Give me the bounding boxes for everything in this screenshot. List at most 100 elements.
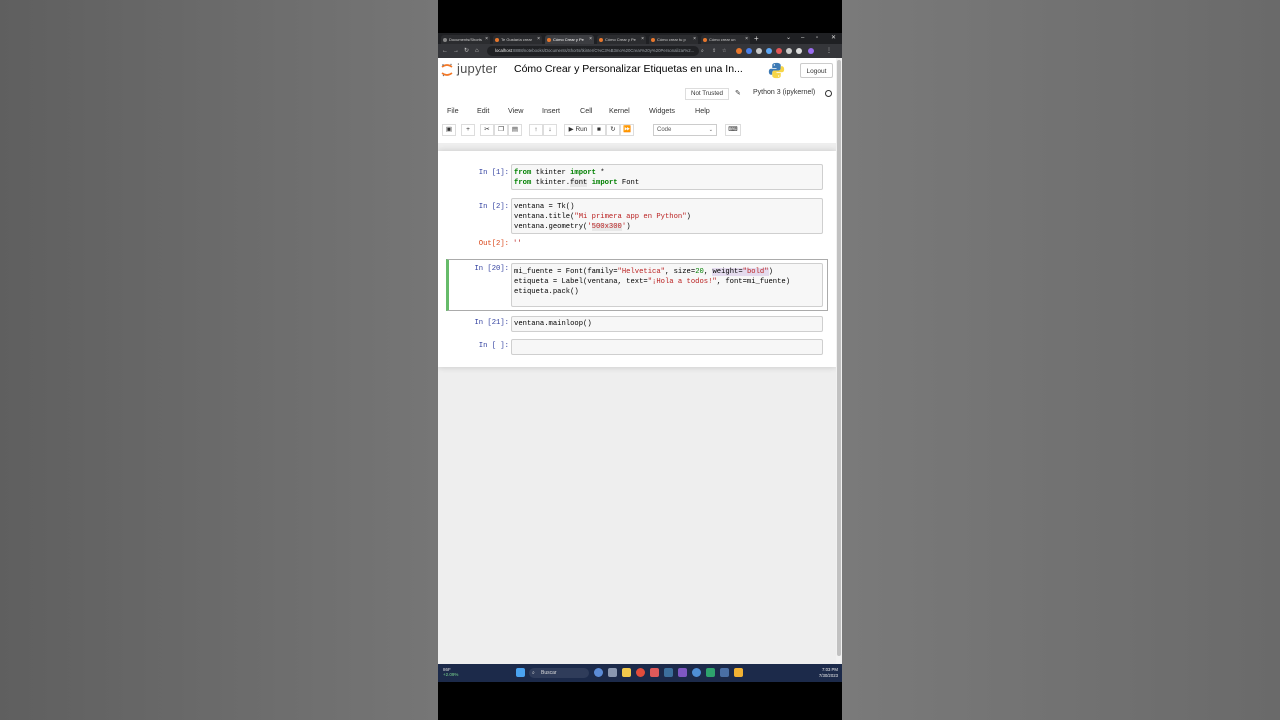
code-input[interactable]: from tkinter import * from tkinter.font … xyxy=(511,164,823,190)
os-taskbar: 86F +2.09% ⌕ Buscar 7:03 PM 7/30/2023 xyxy=(438,664,842,682)
string-token: "¡Hola a todos!" xyxy=(647,278,717,286)
share-icon[interactable]: ⇪ xyxy=(712,46,716,56)
not-trusted-button[interactable]: Not Trusted xyxy=(685,88,729,100)
jupyter-logo-icon xyxy=(441,63,453,77)
move-up-icon[interactable]: ↑ xyxy=(529,124,543,136)
code-cell-selected[interactable]: In [20]: mi_fuente = Font(family="Helvet… xyxy=(446,259,828,311)
menu-view[interactable]: View xyxy=(508,104,523,118)
taskbar-search[interactable]: ⌕ Buscar xyxy=(529,668,589,678)
close-icon[interactable]: × xyxy=(693,35,696,44)
app-icon[interactable] xyxy=(734,668,743,677)
maximize-icon[interactable]: ▫ xyxy=(816,33,818,44)
string-token: '500x300' xyxy=(587,223,627,231)
output-prompt: Out[2]: xyxy=(478,240,509,248)
extension-icon[interactable] xyxy=(736,48,742,54)
browser-tab[interactable]: Cómo crear un × xyxy=(701,35,750,44)
task-view-icon[interactable] xyxy=(608,668,617,677)
app-icon[interactable] xyxy=(706,668,715,677)
new-tab-button[interactable]: + xyxy=(754,33,759,44)
tab-favicon-icon xyxy=(547,37,551,42)
paste-icon[interactable]: ▤ xyxy=(508,124,522,136)
tab-label: Cómo Crear y Pe xyxy=(553,37,584,42)
close-icon[interactable]: × xyxy=(745,35,748,44)
tab-label: Documents/Shorts xyxy=(449,37,482,42)
menu-file[interactable]: File xyxy=(447,104,459,118)
kebab-menu-icon[interactable]: ⋮ xyxy=(826,46,832,56)
fast-forward-icon[interactable]: ⏩ xyxy=(620,124,634,136)
logout-button[interactable]: Logout xyxy=(800,63,833,78)
close-icon[interactable]: × xyxy=(641,35,644,44)
zoom-icon[interactable]: ⌕ xyxy=(701,46,704,56)
url-input[interactable]: localhost:8888/notebooks/Documents/Short… xyxy=(487,46,699,56)
jupyter-logo-text[interactable]: jupyter xyxy=(457,61,497,76)
weather-widget[interactable]: 86F +2.09% xyxy=(443,667,458,677)
code-editor-icon[interactable] xyxy=(664,668,673,677)
chrome-icon[interactable] xyxy=(636,668,645,677)
move-down-icon[interactable]: ↓ xyxy=(543,124,557,136)
start-icon[interactable] xyxy=(516,668,525,677)
edit-pencil-icon[interactable]: ✎ xyxy=(735,89,741,97)
close-icon[interactable]: × xyxy=(537,35,540,44)
app-icon[interactable] xyxy=(720,668,729,677)
cut-icon[interactable]: ✂ xyxy=(480,124,494,136)
app-icon[interactable] xyxy=(678,668,687,677)
browser-tab[interactable]: Te Gustaría crear × xyxy=(493,35,542,44)
close-icon[interactable]: × xyxy=(485,35,488,44)
sidepanel-icon[interactable] xyxy=(796,48,802,54)
stop-icon[interactable]: ■ xyxy=(592,124,606,136)
restart-icon[interactable]: ↻ xyxy=(606,124,620,136)
browser-icon[interactable] xyxy=(692,668,701,677)
page-scrollbar[interactable] xyxy=(836,58,842,664)
kernel-name[interactable]: Python 3 (ipykernel) xyxy=(753,89,815,96)
code-cell[interactable]: In [21]: ventana.mainloop() xyxy=(446,316,828,332)
menu-edit[interactable]: Edit xyxy=(477,104,489,118)
extension-icon[interactable] xyxy=(776,48,782,54)
menu-widgets[interactable]: Widgets xyxy=(649,104,675,118)
taskbar-clock[interactable]: 7:03 PM 7/30/2023 xyxy=(819,667,838,678)
save-icon[interactable]: ▣ xyxy=(442,124,456,136)
code-input[interactable]: ventana.mainloop() xyxy=(511,316,823,332)
string-token: "Helvetica" xyxy=(617,268,665,276)
minimize-icon[interactable]: – xyxy=(801,33,804,44)
extension-icon[interactable] xyxy=(766,48,772,54)
menu-help[interactable]: Help xyxy=(695,104,710,118)
browser-tab[interactable]: Cómo Crear y Pe × xyxy=(597,35,646,44)
keyword-token: from xyxy=(514,179,532,187)
extension-icon[interactable] xyxy=(746,48,752,54)
browser-tab[interactable]: Cómo crear tu p × xyxy=(649,35,698,44)
menu-insert[interactable]: Insert xyxy=(542,104,560,118)
keyboard-icon[interactable]: ⌨ xyxy=(725,124,741,136)
app-icon[interactable] xyxy=(594,668,603,677)
code-input[interactable] xyxy=(511,339,823,355)
menu-kernel[interactable]: Kernel xyxy=(609,104,630,118)
run-button[interactable]: ▶ Run xyxy=(564,124,592,136)
browser-tab-active[interactable]: Cómo Crear y Pe × xyxy=(545,35,594,44)
forward-icon[interactable]: → xyxy=(453,46,459,56)
close-icon[interactable]: × xyxy=(589,35,592,44)
avatar[interactable] xyxy=(808,48,814,54)
back-icon[interactable]: ← xyxy=(442,46,448,56)
code-cell[interactable]: In [2]: ventana = Tk() ventana.title("Mi… xyxy=(446,198,828,254)
extension-icon[interactable] xyxy=(756,48,762,54)
star-icon[interactable]: ☆ xyxy=(722,46,726,56)
chevron-down-icon[interactable]: ⌄ xyxy=(786,33,791,44)
browser-tab[interactable]: Documents/Shorts × xyxy=(441,35,490,44)
screen: Documents/Shorts × Te Gustaría crear × Cóm… xyxy=(438,0,842,720)
code-cell[interactable]: In [1]: from tkinter import * from tkint… xyxy=(446,164,828,190)
code-cell[interactable]: In [ ]: xyxy=(446,339,828,355)
menu-cell[interactable]: Cell xyxy=(580,104,592,118)
close-window-icon[interactable]: ✕ xyxy=(831,33,836,44)
add-cell-icon[interactable]: + xyxy=(461,124,475,136)
app-icon[interactable] xyxy=(650,668,659,677)
file-explorer-icon[interactable] xyxy=(622,668,631,677)
code-input[interactable]: ventana = Tk() ventana.title("Mi primera… xyxy=(511,198,823,234)
puzzle-icon[interactable] xyxy=(786,48,792,54)
reload-icon[interactable]: ↻ xyxy=(464,46,469,56)
notebook-title[interactable]: Cómo Crear y Personalizar Etiquetas en u… xyxy=(514,63,743,75)
home-icon[interactable]: ⌂ xyxy=(475,46,479,56)
scrollbar-thumb[interactable] xyxy=(837,60,841,656)
cell-type-select[interactable]: Code ⌄ xyxy=(653,124,717,136)
code-input[interactable]: mi_fuente = Font(family="Helvetica", siz… xyxy=(511,263,823,307)
highlighted-token: 500x300 xyxy=(591,223,622,231)
copy-icon[interactable]: ❐ xyxy=(494,124,508,136)
